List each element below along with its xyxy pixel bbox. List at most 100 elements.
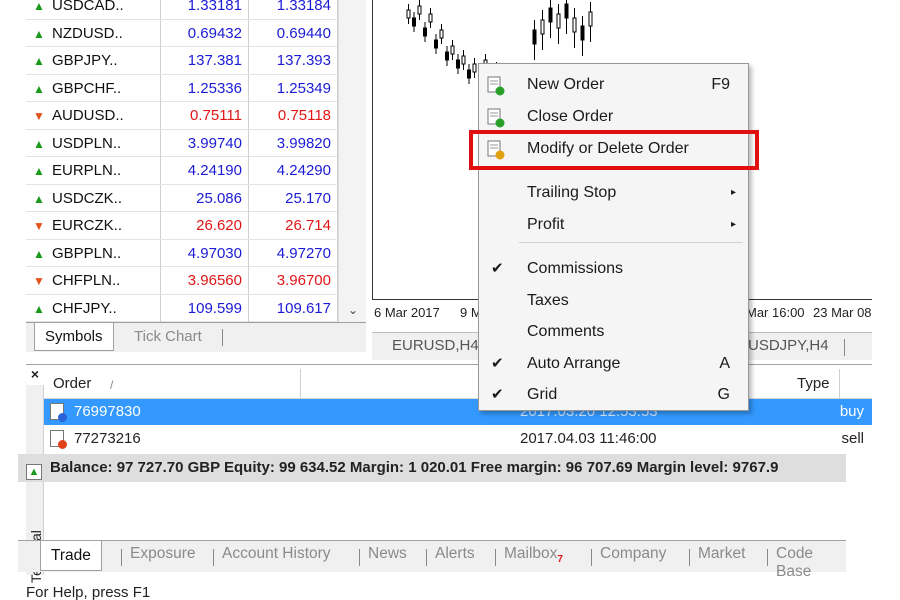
menu-item-label: New Order — [527, 76, 605, 93]
candle — [548, 0, 553, 38]
close-icon[interactable]: × — [26, 365, 44, 383]
symbol-row[interactable]: ▲ USDCZK.. 25.086 25.170 — [26, 184, 366, 212]
menu-item-new-order[interactable]: New Order F9 — [479, 70, 748, 100]
menu-item-label: Close Order — [527, 108, 614, 125]
column-header-type[interactable]: Type — [797, 375, 830, 392]
tab-company[interactable]: Company — [600, 545, 666, 563]
arrow-up-icon: ▲ — [33, 81, 45, 96]
tab-trade[interactable]: Trade — [40, 541, 102, 571]
menu-item-shortcut: G — [717, 386, 730, 403]
symbol-cell: ▲ EURPLN.. — [26, 157, 161, 184]
ask-price: 26.714 — [249, 212, 338, 239]
arrow-up-icon: ▲ — [33, 246, 45, 261]
mailbox-badge: 7 — [557, 554, 563, 566]
scroll-down-icon[interactable]: ⌄ — [339, 303, 367, 323]
tab-label: Account History — [222, 545, 331, 562]
symbol-row[interactable]: ▲ USDPLN.. 3.99740 3.99820 — [26, 129, 366, 157]
x-axis-label: 23 Mar 08 — [813, 305, 872, 320]
menu-item-profit[interactable]: Profit ▸ — [479, 210, 748, 240]
symbol-row[interactable]: ▲ CHFJPY.. 109.599 109.617 — [26, 294, 366, 322]
menu-item-grid[interactable]: ✔ Grid G — [479, 380, 748, 410]
order-type: sell — [841, 430, 864, 447]
menu-item-auto-arrange[interactable]: ✔ Auto Arrange A — [479, 349, 748, 379]
bid-price: 109.599 — [161, 294, 249, 322]
arrow-up-icon: ▲ — [33, 301, 45, 316]
candle — [406, 4, 411, 24]
tab-label: Mailbox — [504, 545, 558, 562]
context-menu: New Order F9 Close Order Modify or Delete O… — [478, 63, 749, 411]
candle — [540, 10, 545, 50]
tab-market[interactable]: Market — [698, 545, 745, 563]
market-watch-scrollbar[interactable]: ⌄ — [338, 0, 366, 325]
tab-news[interactable]: News — [368, 545, 407, 563]
symbol-cell: ▲ USDCAD.. — [26, 0, 161, 19]
candle — [423, 22, 427, 42]
symbol-name: AUDUSD.. — [52, 107, 124, 124]
tab-separator — [222, 329, 223, 346]
tab-separator — [844, 339, 845, 356]
symbol-row[interactable]: ▼ AUDUSD.. 0.75111 0.75118 — [26, 102, 366, 130]
symbol-row[interactable]: ▼ CHFPLN.. 3.96560 3.96700 — [26, 267, 366, 295]
candle — [450, 40, 455, 60]
menu-item-comments[interactable]: Comments — [479, 317, 748, 347]
symbol-name: EURPLN.. — [52, 162, 122, 179]
symbol-row[interactable]: ▲ USDCAD.. 1.33181 1.33184 — [26, 0, 366, 20]
symbol-row[interactable]: ▲ GBPCHF.. 1.25336 1.25349 — [26, 74, 366, 102]
candle — [461, 50, 466, 70]
symbol-cell: ▲ USDCZK.. — [26, 184, 161, 212]
check-icon: ✔ — [491, 260, 504, 277]
symbol-name: GBPJPY.. — [52, 52, 118, 69]
close-order-icon — [487, 108, 505, 128]
tab-code-base[interactable]: Code Base — [776, 545, 846, 581]
symbol-cell: ▲ GBPCHF.. — [26, 74, 161, 102]
tab-tick-chart[interactable]: Tick Chart — [124, 323, 212, 351]
candle — [564, 0, 569, 34]
ask-price: 0.75118 — [249, 102, 338, 129]
tab-alerts[interactable]: Alerts — [435, 545, 475, 563]
menu-item-trailing-stop[interactable]: Trailing Stop ▸ — [479, 178, 748, 208]
arrow-up-icon: ▲ — [33, 164, 45, 178]
order-type-dot — [58, 413, 67, 422]
symbol-row[interactable]: ▲ GBPPLN.. 4.97030 4.97270 — [26, 239, 366, 267]
menu-item-close-order[interactable]: Close Order — [479, 102, 748, 132]
ask-price: 1.25349 — [249, 74, 338, 102]
tab-exposure[interactable]: Exposure — [130, 545, 195, 563]
tab-separator — [121, 549, 122, 566]
menu-item-commissions[interactable]: ✔ Commissions — [479, 254, 748, 284]
symbol-name: USDCZK.. — [52, 189, 123, 207]
order-icon — [50, 430, 67, 449]
order-id: 77273216 — [74, 430, 141, 447]
tab-separator — [213, 549, 214, 566]
tab-label: Company — [600, 545, 667, 562]
ask-price: 0.69440 — [249, 19, 338, 47]
tab-account-history[interactable]: Account History — [222, 545, 331, 563]
menu-item-label: Comments — [527, 323, 605, 340]
tab-mailbox[interactable]: Mailbox7 — [504, 545, 563, 565]
bid-price: 4.24190 — [161, 157, 249, 184]
tab-chart-eurusd[interactable]: EURUSD,H4 — [392, 337, 479, 354]
order-row[interactable]: 77273216 2017.04.03 11:46:00 sell — [44, 426, 872, 452]
tab-separator — [359, 549, 360, 566]
menu-item-label: Taxes — [527, 292, 569, 309]
column-divider — [300, 369, 301, 399]
candle — [556, 4, 561, 44]
symbol-name: USDCAD.. — [52, 0, 124, 14]
symbol-row[interactable]: ▲ NZDUSD.. 0.69432 0.69440 — [26, 19, 366, 47]
menu-item-taxes[interactable]: Taxes — [479, 286, 748, 316]
symbol-row[interactable]: ▼ EURCZK.. 26.620 26.714 — [26, 212, 366, 240]
symbol-cell: ▲ CHFJPY.. — [26, 294, 161, 322]
tab-symbols[interactable]: Symbols — [34, 323, 114, 351]
menu-item-label: Grid — [527, 386, 558, 403]
candle — [428, 8, 433, 28]
order-type: buy — [839, 403, 864, 420]
symbol-row[interactable]: ▲ GBPJPY.. 137.381 137.393 — [26, 47, 366, 75]
symbol-row[interactable]: ▲ EURPLN.. 4.24190 4.24290 — [26, 157, 366, 185]
tab-chart-usdjpy[interactable]: USDJPY,H4 — [748, 337, 829, 354]
column-header-order[interactable]: Order — [53, 375, 91, 392]
x-axis-label: Mar 16:00 — [746, 305, 805, 320]
bid-price: 1.25336 — [161, 74, 249, 102]
menu-separator — [519, 242, 743, 243]
menu-item-shortcut: A — [719, 355, 730, 372]
candle — [467, 64, 471, 84]
tab-label: Market — [698, 545, 746, 562]
